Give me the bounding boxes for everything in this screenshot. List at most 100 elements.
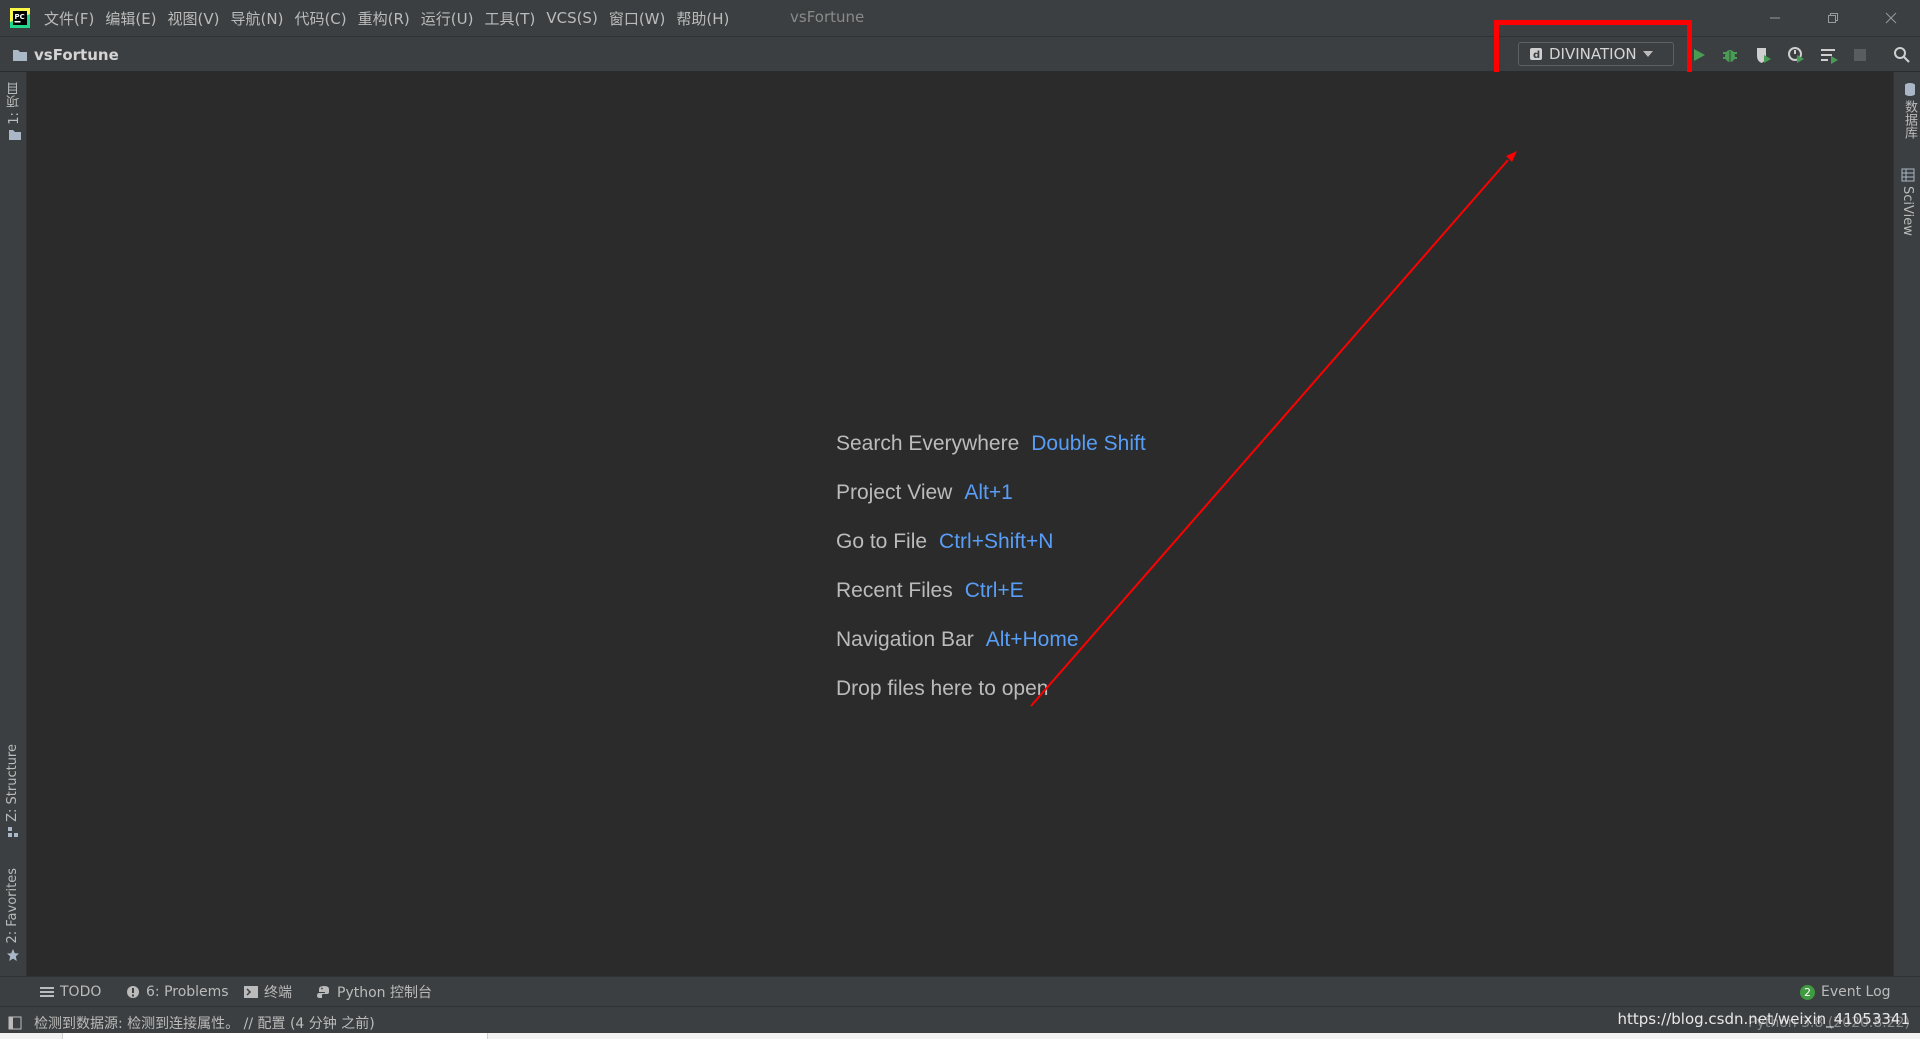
- debug-button[interactable]: [1719, 44, 1741, 66]
- sciview-grid-icon: [1901, 168, 1914, 182]
- hint-label: Go to File: [836, 530, 928, 553]
- run-button[interactable]: [1688, 44, 1710, 66]
- run-config-label: DIVINATION: [1549, 45, 1637, 63]
- event-log-tool-button[interactable]: 2 Event Log: [1800, 977, 1891, 1007]
- hint-drop-files: Drop files here to open: [836, 677, 1146, 726]
- profile-button[interactable]: [1785, 44, 1807, 66]
- hint-label: Project View: [836, 481, 953, 504]
- stop-icon: [1854, 49, 1866, 61]
- menu-edit[interactable]: 编辑(E): [105, 8, 156, 29]
- hint-shortcut: Alt+Home: [985, 628, 1079, 651]
- hint-shortcut: Alt+1: [964, 481, 1013, 504]
- bug-icon: [1723, 50, 1737, 62]
- hint-label: Search Everywhere: [836, 432, 1020, 455]
- chevron-down-icon: [1642, 51, 1653, 57]
- minimize-button[interactable]: [1746, 0, 1804, 36]
- event-log-count-badge: 2: [1800, 984, 1815, 1000]
- todo-label: TODO: [60, 984, 102, 1000]
- hint-shortcut: Ctrl+E: [964, 579, 1024, 602]
- problems-tool-button[interactable]: 6: Problems: [126, 977, 229, 1007]
- project-tool-tab[interactable]: 1: 项目: [5, 82, 24, 141]
- django-config-icon: d: [1530, 48, 1542, 61]
- run-with-coverage-button[interactable]: [1752, 44, 1774, 66]
- title-bar: PC 文件(F) 编辑(E) 视图(V) 导航(N) 代码(C) 重构(R) 运…: [0, 0, 1920, 36]
- folder-icon: [13, 49, 27, 61]
- minimize-icon: [1770, 17, 1780, 19]
- structure-tab-label: Z: Structure: [5, 744, 20, 822]
- database-tool-tab[interactable]: 数据库: [1900, 82, 1919, 139]
- search-everywhere-button[interactable]: [1891, 44, 1913, 66]
- python-icon: [317, 986, 329, 998]
- python-console-label: Python 控制台: [337, 985, 432, 1001]
- structure-tool-tab[interactable]: Z: Structure: [5, 744, 20, 838]
- restore-button[interactable]: [1804, 0, 1862, 36]
- database-icon: [1904, 83, 1915, 96]
- favorites-tab-label: 2: Favorites: [5, 868, 20, 944]
- run-icon: [1694, 49, 1705, 61]
- hint-label: Recent Files: [836, 579, 953, 602]
- hint-search-everywhere: Search Everywhere Double Shift: [836, 432, 1146, 481]
- hint-shortcut: Ctrl+Shift+N: [939, 530, 1054, 553]
- svg-text:PC: PC: [15, 13, 25, 21]
- svg-text:d: d: [1533, 50, 1540, 61]
- menu-tools[interactable]: 工具(T): [484, 8, 535, 29]
- tool-window-bar: TODO 6: Problems 终端 Python 控制台 2 Event L…: [0, 976, 1920, 1006]
- breadcrumb[interactable]: vsFortune: [12, 37, 119, 72]
- hint-label: Drop files here to open: [836, 677, 1049, 700]
- event-log-label: Event Log: [1821, 984, 1891, 1000]
- pycharm-logo-icon: PC: [10, 8, 30, 28]
- empty-editor-hints: Search Everywhere Double Shift Project V…: [836, 432, 1146, 726]
- todo-tool-button[interactable]: TODO: [40, 977, 101, 1007]
- structure-icon: [7, 826, 18, 837]
- blog-watermark: https://blog.csdn.net/weixin_41053341: [1617, 1010, 1910, 1028]
- menu-refactor[interactable]: 重构(R): [358, 8, 410, 29]
- menu-bar: 文件(F) 编辑(E) 视图(V) 导航(N) 代码(C) 重构(R) 运行(U…: [44, 0, 740, 36]
- menu-window[interactable]: 窗口(W): [609, 8, 666, 29]
- python-console-tool-button[interactable]: Python 控制台: [317, 977, 432, 1007]
- close-button[interactable]: [1862, 0, 1920, 36]
- concurrency-icon: [1821, 49, 1838, 64]
- sciview-tab-label: SciView: [1900, 186, 1915, 236]
- database-tab-label: 数据库: [1902, 100, 1917, 139]
- close-icon: [1885, 12, 1897, 24]
- stop-button[interactable]: [1849, 44, 1871, 66]
- window-controls: [1746, 0, 1920, 36]
- problems-label: 6: Problems: [146, 984, 229, 1000]
- left-tool-stripe: 1: 项目 Z: Structure 2: Favorites: [0, 72, 27, 976]
- terminal-icon: [244, 986, 258, 998]
- terminal-tool-button[interactable]: 终端: [244, 977, 292, 1007]
- toggle-tool-windows-icon[interactable]: [8, 1016, 22, 1030]
- hint-go-to-file: Go to File Ctrl+Shift+N: [836, 530, 1146, 579]
- list-icon: [40, 987, 54, 997]
- hint-navigation-bar: Navigation Bar Alt+Home: [836, 628, 1146, 677]
- hint-label: Navigation Bar: [836, 628, 974, 651]
- terminal-label: 终端: [264, 985, 292, 1001]
- editor-area[interactable]: Search Everywhere Double Shift Project V…: [27, 72, 1893, 976]
- right-tool-stripe: 数据库 SciView: [1893, 72, 1920, 976]
- hint-project-view: Project View Alt+1: [836, 481, 1146, 530]
- menu-view[interactable]: 视图(V): [168, 8, 220, 29]
- menu-code[interactable]: 代码(C): [294, 8, 346, 29]
- menu-navigate[interactable]: 导航(N): [231, 8, 284, 29]
- sciview-tool-tab[interactable]: SciView: [1900, 168, 1915, 236]
- window-title: vsFortune: [790, 8, 865, 26]
- status-message: 检测到数据源: 检测到连接属性。 // 配置 (4 分钟 之前): [34, 1016, 375, 1032]
- menu-file[interactable]: 文件(F): [44, 8, 94, 29]
- star-icon: [6, 948, 19, 961]
- hint-shortcut: Double Shift: [1031, 432, 1146, 455]
- menu-help[interactable]: 帮助(H): [676, 8, 729, 29]
- restore-icon: [1828, 13, 1838, 23]
- project-tab-label: 1: 项目: [7, 82, 22, 125]
- menu-vcs[interactable]: VCS(S): [546, 9, 597, 27]
- run-configuration-selector[interactable]: d DIVINATION: [1518, 42, 1674, 66]
- menu-run[interactable]: 运行(U): [421, 8, 474, 29]
- concurrency-diagram-button[interactable]: [1818, 44, 1840, 66]
- coverage-icon: [1757, 48, 1771, 63]
- favorites-tool-tab[interactable]: 2: Favorites: [5, 868, 20, 962]
- project-name[interactable]: vsFortune: [34, 46, 119, 64]
- hint-recent-files: Recent Files Ctrl+E: [836, 579, 1146, 628]
- page-edge-tab: [62, 1033, 488, 1039]
- navigation-bar: vsFortune d DIVINATION: [0, 36, 1920, 72]
- search-icon: [1894, 47, 1910, 63]
- problems-icon: [127, 986, 139, 998]
